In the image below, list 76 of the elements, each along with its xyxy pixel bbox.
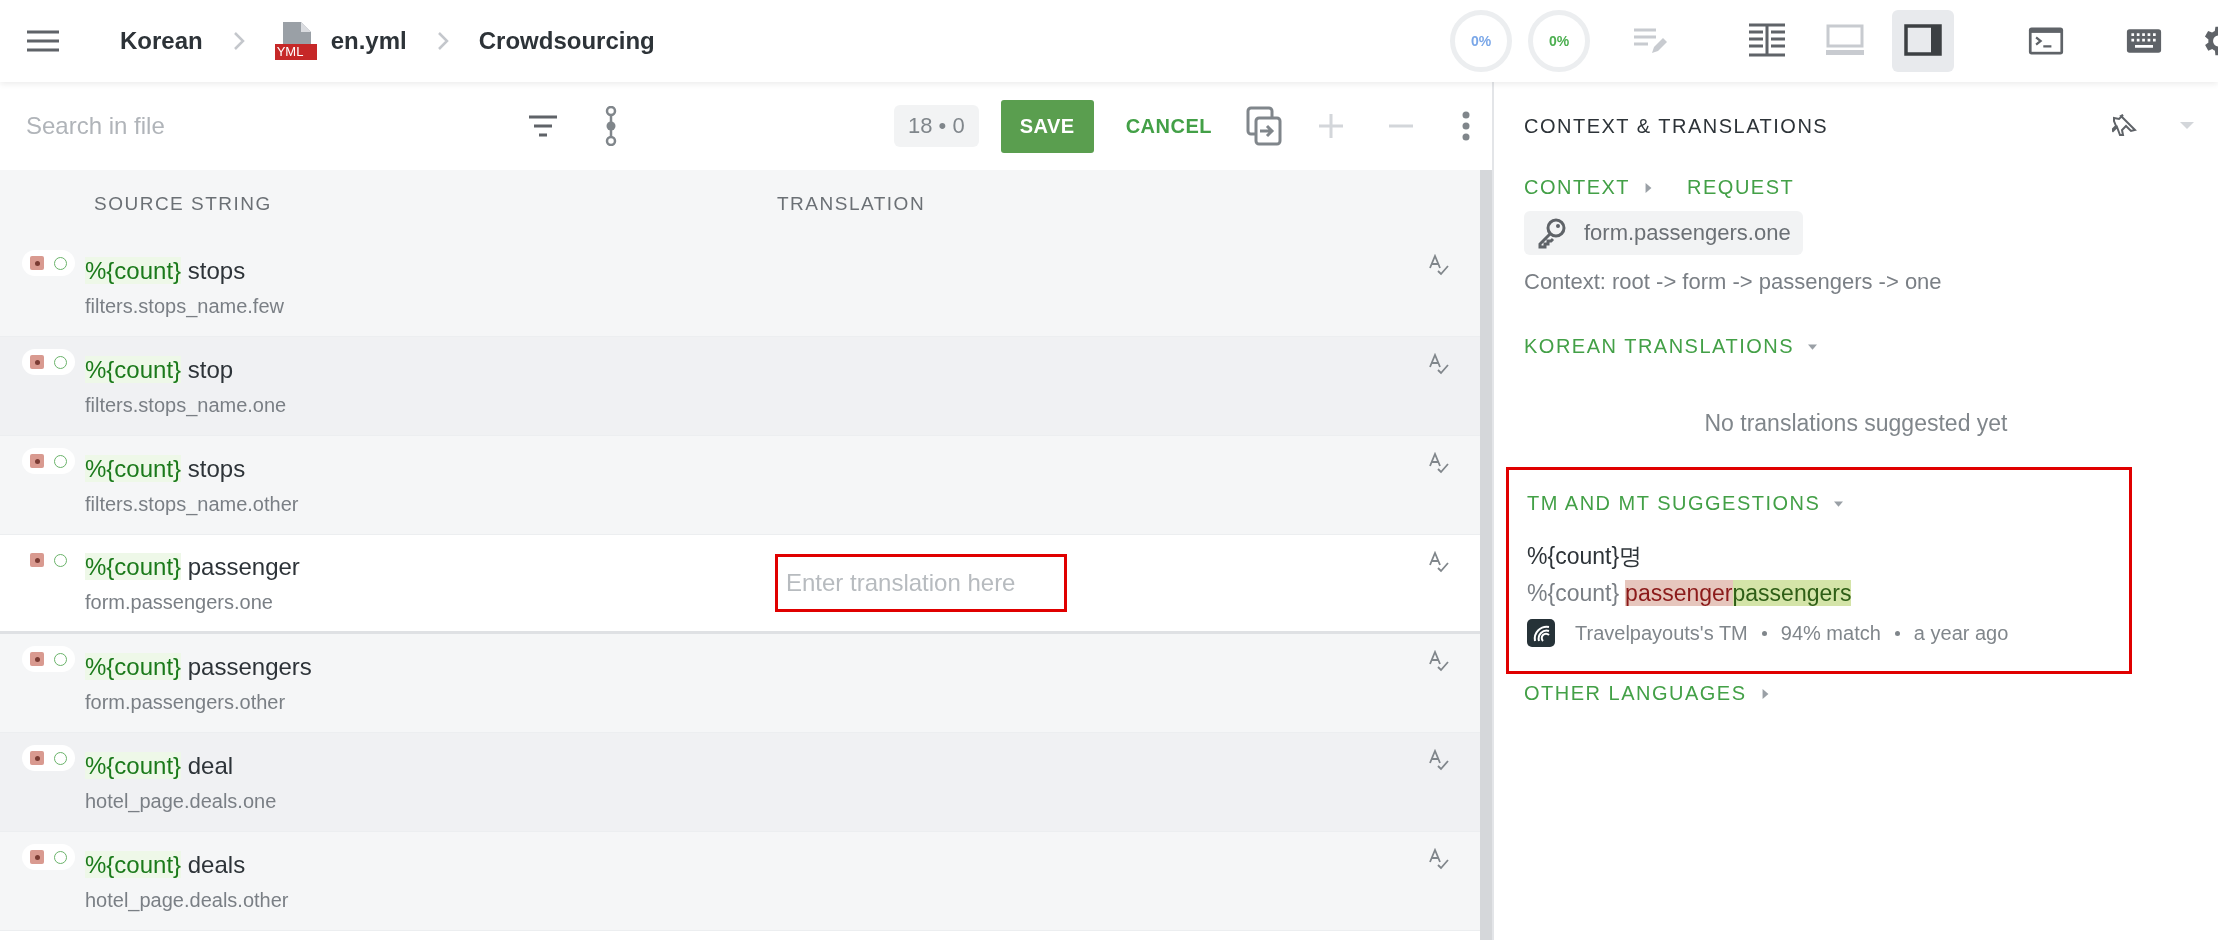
string-row[interactable]: %{count} passengers form.passengers.other (0, 634, 1480, 733)
menu-icon[interactable] (26, 29, 60, 53)
source-string: %{count} stops (85, 256, 247, 285)
source-string: %{count} passenger (85, 552, 301, 581)
source-diff: %{count} passengerpassengers (1527, 580, 1853, 607)
source-string: %{count} stop (85, 355, 235, 384)
match-percent: 94% match (1780, 621, 1881, 645)
column-header: TRANSLATION (777, 193, 926, 215)
copy-source-icon[interactable] (1246, 106, 1282, 146)
breadcrumb-link[interactable]: Crowdsourcing (478, 27, 655, 55)
chevron-icon (436, 31, 449, 51)
string-key: hotel_page.deals.other (85, 888, 535, 912)
string-key: filters.stops_name.few (85, 294, 535, 318)
progress-ring: 0% (1450, 10, 1512, 72)
more-icon[interactable] (1462, 111, 1470, 141)
table-layout-icon (1747, 23, 1787, 57)
scrollbar[interactable] (1480, 170, 1492, 940)
caret-right-icon (1760, 688, 1770, 699)
layout-button[interactable] (1892, 10, 1954, 72)
separator-dot (1894, 630, 1900, 636)
source-string: %{count} deal (85, 751, 235, 780)
string-row[interactable]: %{count} deals hotel_page.deals.other (0, 832, 1480, 931)
empty-message: No translations suggested yet (1704, 410, 2008, 437)
string-counter: 18 • 0 (894, 105, 979, 147)
progress-ring: 0% (1528, 10, 1590, 72)
filter-icon[interactable] (528, 115, 558, 137)
string-key: form.passengers.one (85, 590, 535, 614)
spellcheck-icon[interactable] (1428, 551, 1450, 573)
string-row[interactable]: %{count} stops filters.stops_name.few (0, 238, 1480, 337)
string-key: filters.stops_name.one (85, 393, 535, 417)
chevron-icon (232, 31, 245, 51)
translation-field[interactable]: Enter translation here (775, 554, 1067, 612)
terminal-icon[interactable] (2028, 26, 2064, 56)
status-indicator (22, 745, 75, 771)
caret-right-icon (1644, 182, 1654, 193)
column-header: SOURCE STRING (94, 193, 273, 215)
suggestion-time: a year ago (1913, 621, 2009, 645)
string-key: form.passengers.other (85, 690, 535, 714)
suggestion-source: Travelpayouts's TM (1575, 621, 1748, 645)
panel-title: CONTEXT & TRANSLATIONS (1524, 114, 1829, 138)
source-string: %{count} stops (85, 454, 247, 483)
spellcheck-icon[interactable] (1428, 452, 1450, 474)
tm-logo-icon (1527, 619, 1555, 647)
status-indicator (22, 646, 75, 672)
file-icon (274, 22, 317, 60)
right-panel-icon (1903, 23, 1943, 57)
caret-down-icon (1808, 341, 1818, 352)
keyboard-icon[interactable] (2126, 26, 2162, 56)
status-indicator (22, 349, 75, 375)
status-indicator (22, 250, 75, 276)
key-icon (1536, 217, 1568, 249)
spellcheck-icon[interactable] (1428, 650, 1450, 672)
string-key: hotel_page.deals.one (85, 789, 535, 813)
pin-icon[interactable] (2112, 113, 2138, 139)
caret-down-icon (1834, 498, 1844, 509)
spellcheck-icon[interactable] (1428, 749, 1450, 771)
string-key: form.passengers.one (1584, 220, 1791, 246)
status-indicator (22, 448, 75, 474)
context-path: Context: root -> form -> passengers -> one (1524, 269, 1942, 295)
bottom-panel-icon (1825, 23, 1865, 57)
source-string: %{count} passengers (85, 652, 313, 681)
breadcrumb-link[interactable]: Korean (120, 27, 203, 55)
status-indicator (22, 844, 75, 870)
string-row[interactable]: %{count} stops filters.stops_name.other (0, 436, 1480, 535)
spellcheck-icon[interactable] (1428, 848, 1450, 870)
suggested-translation[interactable]: %{count}명 (1527, 541, 2111, 572)
string-row[interactable]: %{count} stop filters.stops_name.one (0, 337, 1480, 436)
spellcheck-icon[interactable] (1428, 353, 1450, 375)
string-key: filters.stops_name.other (85, 492, 535, 516)
node-chain-icon[interactable] (604, 106, 618, 146)
source-string: %{count} deals (85, 850, 247, 879)
separator-dot (1761, 630, 1767, 636)
breadcrumb-link[interactable]: en.yml (330, 27, 407, 55)
spellcheck-icon[interactable] (1428, 254, 1450, 276)
file-type-label: YML (276, 44, 304, 60)
string-row[interactable]: %{count} deal hotel_page.deals.one (0, 733, 1480, 832)
